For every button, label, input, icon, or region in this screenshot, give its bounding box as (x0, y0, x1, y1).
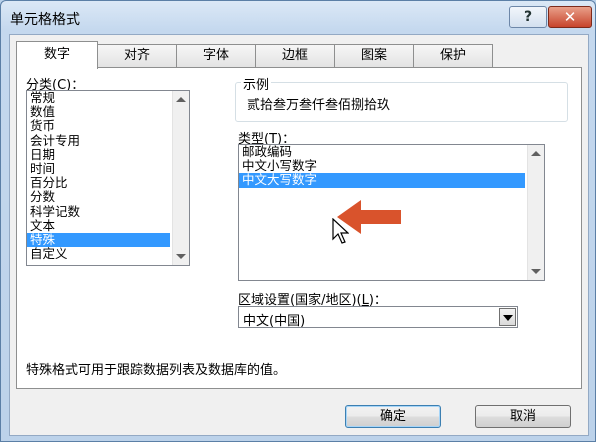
close-button[interactable]: ✕ (548, 6, 592, 28)
scroll-up-icon[interactable] (531, 151, 541, 156)
help-button[interactable]: ? (509, 6, 547, 28)
category-item[interactable]: 会计专用 (27, 133, 189, 148)
category-item-selected[interactable]: 特殊 (27, 232, 170, 248)
type-item-selected[interactable]: 中文大写数字 (239, 173, 525, 188)
category-item[interactable]: 时间 (27, 161, 189, 176)
category-scrollbar[interactable] (172, 91, 189, 265)
mouse-cursor-icon (332, 218, 349, 244)
scroll-up-icon[interactable] (176, 97, 186, 102)
tab-protection[interactable]: 保护 (413, 44, 493, 67)
tab-border[interactable]: 边框 (255, 44, 335, 67)
category-item[interactable]: 货币 (27, 119, 189, 133)
dialog-window: 单元格格式 ? ✕ 数字 对齐 字体 边框 图案 保护 分类(C)： 常规 数值… (0, 0, 596, 442)
category-item[interactable]: 常规 (27, 91, 189, 105)
locale-value: 中文(中国) (243, 314, 306, 329)
sample-label: 示例 (241, 74, 272, 93)
sample-value: 贰拾叁万叁仟叁佰捌拾玖 (247, 98, 391, 113)
category-item[interactable]: 自定义 (27, 246, 189, 261)
cancel-button[interactable]: 取消 (475, 405, 571, 428)
scroll-down-icon[interactable] (176, 254, 186, 259)
tab-panel-number: 分类(C)： 常规 数值 货币 会计专用 日期 时间 百分比 分数 科学记数 文… (16, 67, 582, 389)
tab-font[interactable]: 字体 (176, 44, 256, 67)
category-item[interactable]: 日期 (27, 147, 189, 162)
locale-select[interactable]: 中文(中国) (238, 306, 518, 329)
dialog-client: 数字 对齐 字体 边框 图案 保护 分类(C)： 常规 数值 货币 会计专用 日… (9, 34, 589, 436)
category-item[interactable]: 分数 (27, 190, 189, 204)
category-item[interactable]: 数值 (27, 105, 189, 119)
category-item[interactable]: 百分比 (27, 176, 189, 190)
chevron-down-icon (503, 315, 513, 321)
dialog-title: 单元格格式 (10, 12, 80, 28)
title-bar[interactable]: 单元格格式 ? ✕ (1, 1, 595, 35)
tab-number[interactable]: 数字 (16, 41, 98, 69)
format-description: 特殊格式可用于跟踪数据列表及数据库的值。 (26, 363, 287, 378)
type-item[interactable]: 邮政编码 (239, 145, 544, 159)
tab-alignment[interactable]: 对齐 (97, 44, 177, 67)
category-list[interactable]: 常规 数值 货币 会计专用 日期 时间 百分比 分数 科学记数 文本 特殊 自定… (26, 90, 190, 266)
category-item[interactable]: 科学记数 (27, 204, 189, 219)
locale-dropdown-button[interactable] (499, 308, 516, 326)
type-scrollbar[interactable] (527, 145, 544, 280)
scroll-down-icon[interactable] (531, 269, 541, 274)
ok-button[interactable]: 确定 (345, 405, 441, 428)
type-item[interactable]: 中文小写数字 (239, 159, 544, 173)
tab-pattern[interactable]: 图案 (334, 44, 414, 67)
category-item[interactable]: 文本 (27, 218, 189, 233)
